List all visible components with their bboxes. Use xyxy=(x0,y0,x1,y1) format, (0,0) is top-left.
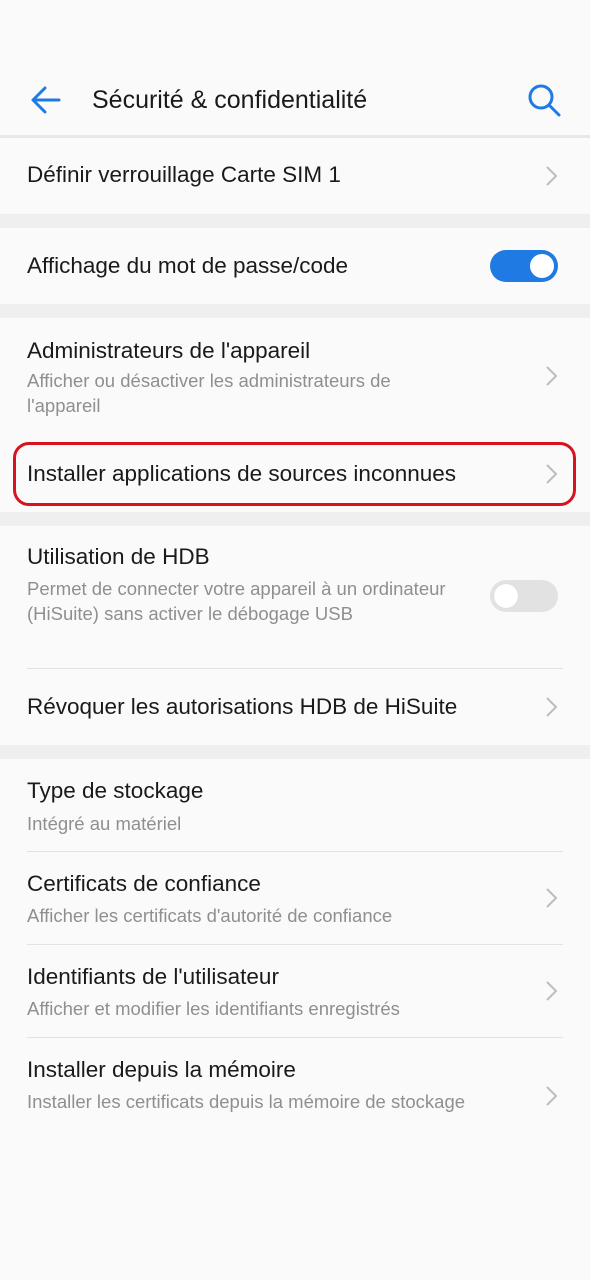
chevron-right-icon xyxy=(546,981,558,1001)
chevron-right-icon xyxy=(546,366,558,386)
hdb-label: Utilisation de HDB xyxy=(27,544,210,569)
install-from-storage-label: Installer depuis la mémoire xyxy=(27,1057,296,1082)
chevron-right-icon xyxy=(546,697,558,717)
toggle-knob xyxy=(530,254,554,278)
storage-type-row: Type de stockage Intégré au matériel xyxy=(0,759,590,851)
unknown-sources-row[interactable]: Installer applications de sources inconn… xyxy=(0,436,590,512)
chevron-right-icon xyxy=(546,1086,558,1106)
search-icon[interactable] xyxy=(526,82,562,118)
section-separator xyxy=(0,745,590,759)
trusted-certs-row[interactable]: Certificats de confiance Afficher les ce… xyxy=(0,852,590,944)
arrow-left-icon[interactable] xyxy=(28,82,64,118)
hdb-toggle[interactable] xyxy=(490,580,558,612)
user-credentials-label: Identifiants de l'utilisateur xyxy=(27,964,279,989)
hdb-description: Permet de connecter votre appareil à un … xyxy=(27,578,446,624)
install-from-storage-description: Installer les certificats depuis la mémo… xyxy=(27,1091,466,1112)
user-credentials-description: Afficher et modifier les identifiants en… xyxy=(27,998,400,1019)
section-separator xyxy=(0,512,590,526)
show-password-row[interactable]: Affichage du mot de passe/code xyxy=(0,228,590,304)
revoke-hdb-row[interactable]: Révoquer les autorisations HDB de HiSuit… xyxy=(0,669,590,745)
sim-lock-label: Définir verrouillage Carte SIM 1 xyxy=(27,162,341,187)
toggle-knob xyxy=(494,584,518,608)
device-admins-row[interactable]: Administrateurs de l'appareil Afficher o… xyxy=(0,318,590,436)
device-admins-description: Afficher ou désactiver les administrateu… xyxy=(27,370,391,416)
show-password-toggle[interactable] xyxy=(490,250,558,282)
install-from-storage-row[interactable]: Installer depuis la mémoire Installer le… xyxy=(0,1038,590,1156)
trusted-certs-description: Afficher les certificats d'autorité de c… xyxy=(27,905,393,926)
sim-lock-row[interactable]: Définir verrouillage Carte SIM 1 xyxy=(0,138,590,214)
chevron-right-icon xyxy=(546,888,558,908)
page-title: Sécurité & confidentialité xyxy=(92,86,368,114)
storage-type-label: Type de stockage xyxy=(27,778,204,803)
section-separator xyxy=(0,304,590,318)
chevron-right-icon xyxy=(546,166,558,186)
device-admins-label: Administrateurs de l'appareil xyxy=(27,338,311,363)
show-password-label: Affichage du mot de passe/code xyxy=(27,253,349,278)
chevron-right-icon xyxy=(546,464,558,484)
trusted-certs-label: Certificats de confiance xyxy=(27,871,261,896)
section-separator xyxy=(0,214,590,228)
hdb-row[interactable]: Utilisation de HDB Permet de connecter v… xyxy=(0,526,590,668)
revoke-hdb-label: Révoquer les autorisations HDB de HiSuit… xyxy=(27,694,458,719)
user-credentials-row[interactable]: Identifiants de l'utilisateur Afficher e… xyxy=(0,945,590,1037)
unknown-sources-label: Installer applications de sources inconn… xyxy=(27,461,457,486)
top-app-bar: Sécurité & confidentialité xyxy=(0,62,590,138)
storage-type-value: Intégré au matériel xyxy=(27,813,182,834)
